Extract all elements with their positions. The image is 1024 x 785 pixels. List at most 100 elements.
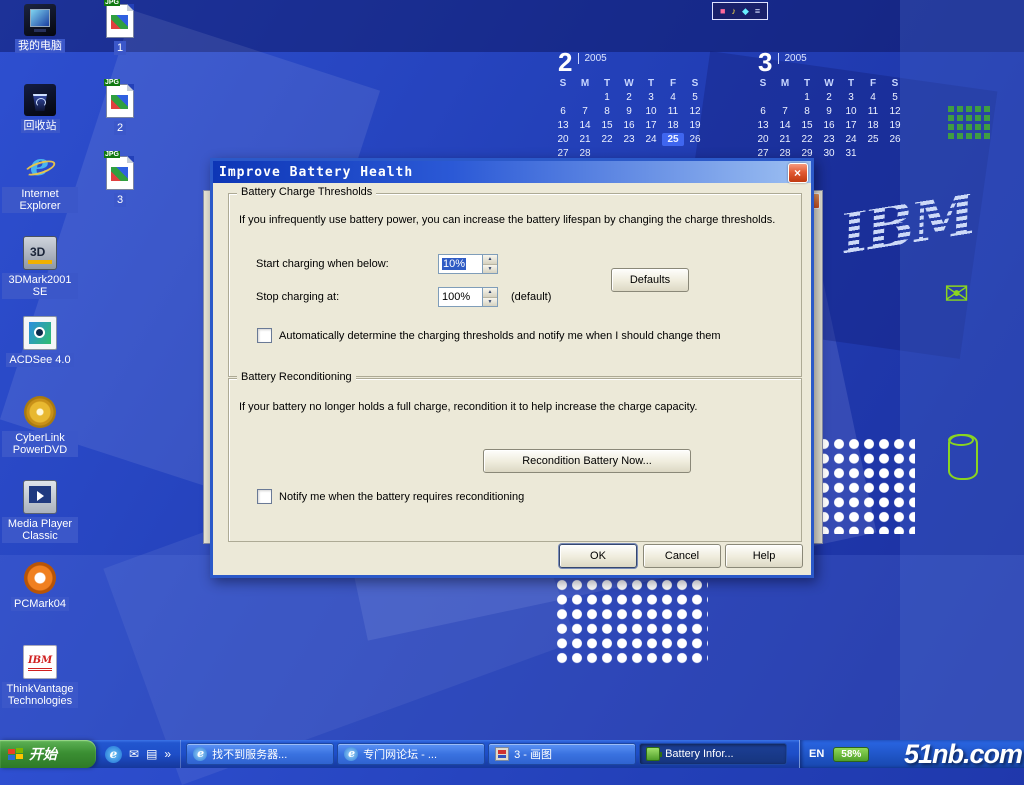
volume-icon[interactable]: ♪ bbox=[731, 7, 736, 16]
desktop-icon-recycle-bin[interactable]: 回收站 bbox=[2, 84, 78, 133]
calendar-day-header: F bbox=[662, 77, 684, 90]
calendar-date: 8 bbox=[796, 105, 818, 118]
group-legend: Battery Charge Thresholds bbox=[237, 186, 376, 198]
calendar-date: 10 bbox=[840, 105, 862, 118]
calendar-date: 13 bbox=[752, 119, 774, 132]
desktop-icon-label: Internet Explorer bbox=[2, 187, 78, 213]
notify-reconditioning-checkbox[interactable] bbox=[257, 489, 272, 504]
taskbar-task-internet-explorer[interactable]: 专门网论坛 - ... bbox=[337, 743, 485, 765]
desktop-icon-jpg-file[interactable]: JPG 1 bbox=[92, 4, 148, 55]
desktop-icon-label: 1 bbox=[114, 41, 126, 55]
desktop-icon-3dmark2001[interactable]: 3DMark2001 SE bbox=[2, 236, 78, 299]
calendar-date: 22 bbox=[796, 133, 818, 146]
display-icon[interactable]: ■ bbox=[720, 7, 725, 16]
internet-explorer-icon bbox=[24, 152, 56, 184]
internet-explorer-icon[interactable]: e bbox=[105, 746, 122, 763]
calendar-2-2005: 22005SMTWTFS1234567891011121314151617181… bbox=[552, 50, 714, 160]
desktop-icon-label: 我的电脑 bbox=[15, 39, 65, 53]
calendar-date: 8 bbox=[596, 105, 618, 118]
taskbar-task-paint[interactable]: 3 - 画图 bbox=[488, 743, 636, 765]
calendar-date: 23 bbox=[818, 133, 840, 146]
calendar-date: 9 bbox=[618, 105, 640, 118]
recycle-bin-icon bbox=[24, 84, 56, 116]
more-toolbars-icon[interactable]: » bbox=[164, 745, 171, 763]
spin-up-icon[interactable]: ▲ bbox=[483, 255, 497, 265]
help-button[interactable]: Help bbox=[725, 544, 803, 568]
start-charging-spinner[interactable]: 10% ▲ ▼ bbox=[438, 254, 498, 274]
internet-explorer-icon bbox=[193, 747, 207, 761]
defaults-button[interactable]: Defaults bbox=[611, 268, 689, 292]
cancel-button[interactable]: Cancel bbox=[643, 544, 721, 568]
calendar-date: 22 bbox=[596, 133, 618, 146]
calendar-date: 18 bbox=[662, 119, 684, 132]
desktop-icon-label: PCMark04 bbox=[11, 597, 69, 611]
taskbar-task-battery[interactable]: Battery Infor... bbox=[639, 743, 787, 765]
quick-launch-bar: e ✉ ▤ » bbox=[96, 740, 181, 768]
calendar-date: 4 bbox=[662, 91, 684, 104]
calendar-header: 32005 bbox=[752, 50, 914, 74]
desktop-icon-acdsee[interactable]: ACDSee 4.0 bbox=[2, 316, 78, 367]
jpg-file-icon: JPG bbox=[106, 4, 134, 38]
auto-determine-checkbox[interactable] bbox=[257, 328, 272, 343]
recondition-battery-button[interactable]: Recondition Battery Now... bbox=[483, 449, 691, 473]
start-button[interactable]: 开始 bbox=[0, 740, 96, 768]
close-icon[interactable]: × bbox=[788, 163, 808, 183]
calendar-date: 14 bbox=[774, 119, 796, 132]
desktop-icon-my-computer[interactable]: 我的电脑 bbox=[2, 4, 78, 53]
battery-indicator[interactable]: 58% bbox=[833, 747, 869, 762]
language-indicator[interactable]: EN bbox=[809, 748, 824, 760]
show-desktop-icon[interactable]: ▤ bbox=[146, 745, 157, 763]
taskbar: 开始 e ✉ ▤ » 找不到服务器... 专门网论坛 - ... 3 - 画图 Batter… bbox=[0, 740, 1024, 768]
calendar-date: 9 bbox=[818, 105, 840, 118]
calendar-date bbox=[862, 147, 884, 160]
calendar-date: 13 bbox=[552, 119, 574, 132]
desktop-icon-internet-explorer[interactable]: Internet Explorer bbox=[2, 152, 78, 213]
calendar-day-header: S bbox=[752, 77, 774, 90]
menu-icon[interactable]: ≡ bbox=[755, 7, 760, 16]
desktop-icon-jpg-file[interactable]: JPG2 bbox=[92, 84, 148, 135]
calendar-date: 11 bbox=[862, 105, 884, 118]
calendar-date: 16 bbox=[818, 119, 840, 132]
internet-explorer-icon bbox=[344, 747, 358, 761]
calendar-date: 25 bbox=[662, 133, 684, 146]
calendar-date: 4 bbox=[862, 91, 884, 104]
desktop-icon-media-player-classic[interactable]: Media Player Classic bbox=[2, 480, 78, 543]
spin-up-icon[interactable]: ▲ bbox=[483, 288, 497, 298]
desktop-icon-thinkvantage[interactable]: ThinkVantage Technologies bbox=[2, 645, 78, 708]
jpg-file-icon: JPG bbox=[106, 84, 134, 118]
spin-down-icon[interactable]: ▼ bbox=[483, 298, 497, 307]
calendar-day-header: T bbox=[840, 77, 862, 90]
task-label: 找不到服务器... bbox=[212, 746, 287, 762]
calendar-day-header: W bbox=[818, 77, 840, 90]
calendar-date: 25 bbox=[862, 133, 884, 146]
task-label: 3 - 画图 bbox=[514, 746, 552, 762]
power-icon[interactable]: ◆ bbox=[742, 7, 749, 16]
desktop-icon-label: 3 bbox=[114, 193, 126, 207]
battery-icon bbox=[646, 747, 660, 761]
calendar-year: 2005 bbox=[578, 53, 606, 64]
calendar-date: 5 bbox=[684, 91, 706, 104]
task-label: 专门网论坛 - ... bbox=[363, 746, 437, 762]
powerdvd-icon bbox=[24, 396, 56, 428]
watermark: 51nb.com bbox=[904, 739, 1022, 770]
calendar-day-header: M bbox=[774, 77, 796, 90]
ok-button[interactable]: OK bbox=[559, 544, 637, 568]
thinkvantage-icon bbox=[23, 645, 57, 679]
calendar-grid: SMTWTFS123456789101112131415161718192021… bbox=[752, 77, 914, 160]
calendar-date: 23 bbox=[618, 133, 640, 146]
desktop-icon-jpg-file[interactable]: JPG3 bbox=[92, 156, 148, 207]
taskbar-tasks: 找不到服务器... 专门网论坛 - ... 3 - 画图 Battery Infor.… bbox=[181, 740, 799, 768]
stop-charging-label: Stop charging at: bbox=[256, 291, 339, 303]
dialog-titlebar[interactable]: Improve Battery Health × bbox=[213, 161, 811, 183]
desktop-icon-pcmark04[interactable]: PCMark04 bbox=[2, 562, 78, 611]
jpg-badge: JPG bbox=[104, 79, 120, 86]
taskbar-task-internet-explorer[interactable]: 找不到服务器... bbox=[186, 743, 334, 765]
calendar-date: 30 bbox=[818, 147, 840, 160]
mail-icon[interactable]: ✉ bbox=[129, 745, 139, 763]
calendar-date: 5 bbox=[884, 91, 906, 104]
calendar-day-header: W bbox=[618, 77, 640, 90]
desktop-icon-powerdvd[interactable]: CyberLink PowerDVD bbox=[2, 396, 78, 457]
stop-charging-spinner[interactable]: 100% ▲ ▼ bbox=[438, 287, 498, 307]
jpg-file-column: JPG1JPG2JPG3 bbox=[92, 0, 148, 300]
spin-down-icon[interactable]: ▼ bbox=[483, 265, 497, 274]
